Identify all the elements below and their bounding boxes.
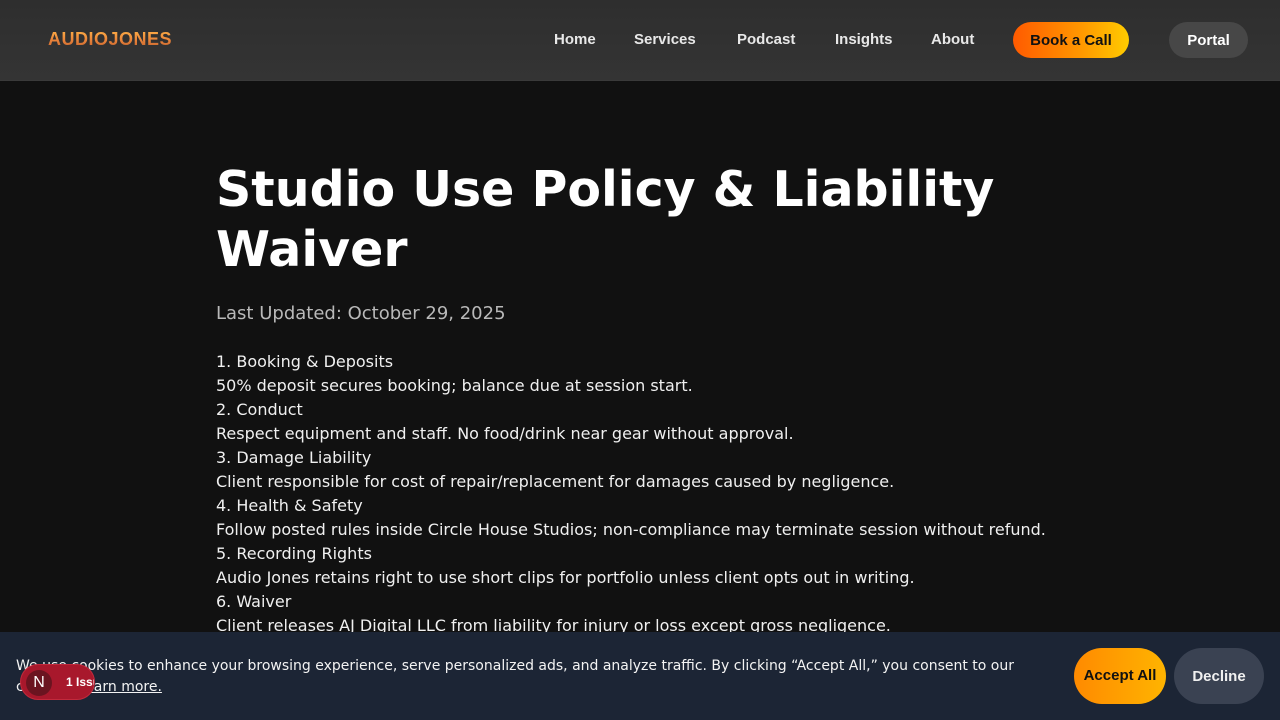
policy-content: Studio Use Policy & Liability Waiver Las…	[216, 160, 1076, 638]
page-title: Studio Use Policy & Liability Waiver	[216, 161, 995, 278]
section-heading: 2. Conduct	[216, 400, 303, 419]
section-text: Respect equipment and staff. No food/dri…	[216, 424, 794, 443]
dev-issues-badge[interactable]: N 1 Issue	[20, 664, 95, 700]
portal-button[interactable]: Portal	[1169, 22, 1248, 58]
policy-sections: 1. Booking & Deposits 50% deposit secure…	[216, 350, 1076, 638]
section-text: 50% deposit secures booking; balance due…	[216, 376, 693, 395]
book-a-call-button[interactable]: Book a Call	[1013, 22, 1129, 58]
audiojones-logo[interactable]: AUDIOJONES	[48, 29, 172, 50]
nav-podcast[interactable]: Podcast	[737, 31, 795, 48]
nav-services[interactable]: Services	[634, 31, 696, 48]
last-updated: Last Updated: October 29, 2025	[216, 303, 506, 324]
cookie-message: We use cookies to enhance your browsing …	[16, 656, 1056, 698]
site-header: AUDIOJONES Home Services Podcast Insight…	[0, 0, 1280, 81]
section-heading: 1. Booking & Deposits	[216, 352, 394, 371]
section-text: Client responsible for cost of repair/re…	[216, 472, 895, 491]
section-text: Audio Jones retains right to use short c…	[216, 568, 915, 587]
cookie-text: We use cookies to enhance your browsing …	[16, 658, 1014, 695]
section-text: Follow posted rules inside Circle House …	[216, 520, 1046, 539]
section-heading: 3. Damage Liability	[216, 448, 372, 467]
nextjs-icon: N	[26, 670, 52, 696]
section-heading: 4. Health & Safety	[216, 496, 363, 515]
nav-home[interactable]: Home	[554, 31, 596, 48]
accept-all-button[interactable]: Accept All	[1074, 648, 1166, 704]
issues-count: 1 Issue	[66, 675, 94, 689]
decline-button[interactable]: Decline	[1174, 648, 1264, 704]
nav-about[interactable]: About	[931, 31, 974, 48]
nav-insights[interactable]: Insights	[835, 31, 893, 48]
section-heading: 5. Recording Rights	[216, 544, 372, 563]
section-heading: 6. Waiver	[216, 592, 292, 611]
